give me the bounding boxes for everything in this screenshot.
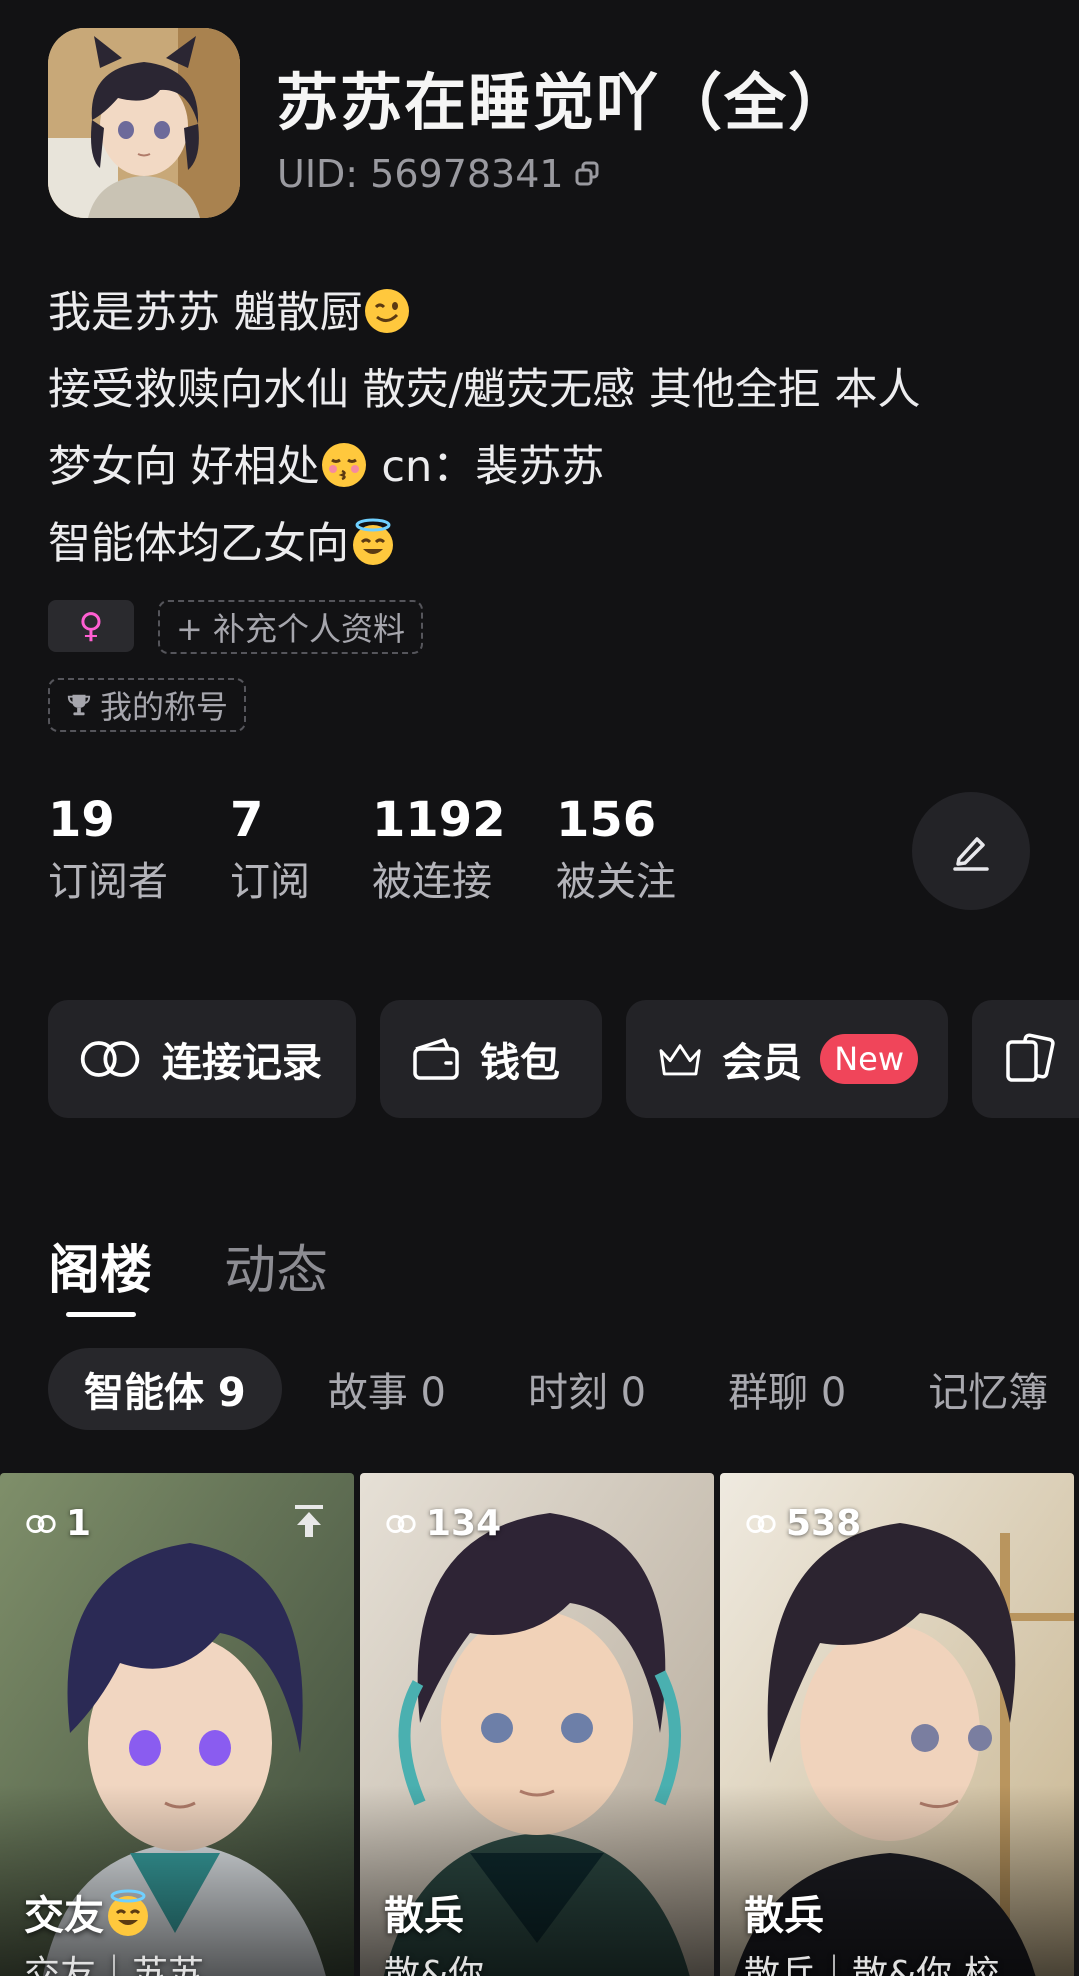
connection-count: 1: [24, 1503, 91, 1544]
profile-name: 苏苏在睡觉吖（全）: [276, 66, 853, 139]
my-title-button[interactable]: 我的称号: [48, 678, 247, 732]
agent-card-subtitle: 散兵｜散&你 校: [744, 1954, 1000, 1976]
smiling-face-with-halo-icon: [108, 1889, 148, 1936]
tab-moments-label: 动态: [224, 1241, 329, 1301]
stat-value: 156: [556, 792, 657, 848]
wallet-icon: [413, 1038, 459, 1080]
connection-count-value: 134: [426, 1503, 502, 1544]
agent-card-title-text: 交友: [24, 1893, 104, 1939]
crown-icon: [659, 1044, 701, 1076]
my-title-label: 我的称号: [100, 688, 229, 726]
profile-page: 苏苏在睡觉吖（全） UID: 56978341 我是苏苏 魈散厨 接受救赎向水仙…: [0, 0, 1079, 1976]
profile-stats: 19 订阅者 7 订阅 1192 被连接 156 被关注: [48, 790, 740, 910]
bio-line-4: 智能体均乙女向: [48, 506, 1038, 583]
profile-avatar[interactable]: [48, 28, 240, 218]
pencil-icon: [953, 837, 989, 871]
more-action-button[interactable]: [972, 1000, 1079, 1118]
connection-count: 134: [384, 1503, 501, 1544]
subtab-group-chats[interactable]: 群聊 0: [692, 1348, 882, 1430]
add-profile-info-button[interactable]: + 补充个人资料: [158, 600, 423, 654]
avatar-illustration: [48, 28, 240, 218]
pin-to-top-icon: [295, 1505, 323, 1537]
gender-badge: ♀: [48, 600, 134, 652]
kissing-face-icon: [321, 443, 366, 487]
member-button[interactable]: 会员 New: [626, 1000, 948, 1118]
agent-card[interactable]: 134 散兵 散&你: [360, 1473, 714, 1976]
member-label: 会员: [722, 1040, 803, 1086]
subtab-agents[interactable]: 智能体 9: [48, 1348, 282, 1430]
connection-count-value: 538: [786, 1503, 862, 1544]
profile-bio: 我是苏苏 魈散厨 接受救赎向水仙 散荧/魈荧无感 其他全拒 本人 梦女向 好相处…: [48, 275, 1038, 583]
stat-subscribers[interactable]: 19 订阅者: [48, 790, 170, 910]
wallet-button[interactable]: 钱包: [380, 1000, 602, 1118]
subtab-moments[interactable]: 时刻 0: [492, 1348, 682, 1430]
sub-tabs: 智能体 9 故事 0 时刻 0 群聊 0 记忆簿: [48, 1348, 1079, 1430]
agent-card-title: 交友: [24, 1883, 152, 1941]
bio-line-3: 梦女向 好相处 cn：裴苏苏: [48, 429, 1038, 506]
tab-loft[interactable]: 阁楼: [48, 1228, 153, 1317]
winking-face-icon: [364, 289, 409, 333]
stat-followers[interactable]: 156 被关注: [556, 790, 680, 910]
stat-subscriptions[interactable]: 7 订阅: [230, 790, 312, 910]
stat-label: 订阅: [230, 859, 310, 905]
trophy-icon: [67, 694, 91, 716]
bio-line-2: 接受救赎向水仙 散荧/魈荧无感 其他全拒 本人: [48, 365, 921, 415]
tab-moments[interactable]: 动态: [224, 1228, 328, 1303]
stat-value: 7: [230, 792, 264, 848]
link-rings-icon: [26, 1514, 56, 1533]
profile-tags: ♀ + 补充个人资料: [48, 600, 423, 654]
stat-value: 1192: [372, 792, 506, 848]
agent-card[interactable]: 538 散兵 散兵｜散&你 校: [720, 1473, 1074, 1976]
stat-connected[interactable]: 1192 被连接: [372, 790, 506, 910]
stat-label: 被关注: [556, 859, 676, 905]
stat-label: 被连接: [372, 859, 492, 905]
bio-line-3b-text: cn：裴苏苏: [367, 442, 605, 492]
main-tabs: 阁楼 动态: [48, 1228, 328, 1317]
uid-text: UID: 56978341: [277, 152, 564, 196]
female-icon: ♀: [78, 606, 104, 646]
agent-cards: 1 交友 交友｜苏苏 134 散兵 散&你 538 散兵 散兵｜散&你 校: [0, 1473, 1074, 1976]
copy-icon[interactable]: [572, 158, 604, 190]
connection-count-value: 1: [66, 1503, 92, 1544]
active-tab-indicator: [66, 1312, 136, 1317]
connection-log-button[interactable]: 连接记录: [48, 1000, 356, 1118]
agent-card-subtitle: 散&你: [384, 1954, 485, 1976]
agent-card-title: 散兵: [384, 1893, 464, 1939]
connection-count: 538: [744, 1503, 861, 1544]
agent-card-subtitle: 交友｜苏苏: [24, 1954, 205, 1976]
stat-label: 订阅者: [48, 859, 168, 905]
agent-card-title: 散兵: [744, 1893, 824, 1939]
tab-loft-label: 阁楼: [48, 1241, 153, 1301]
link-rings-icon: [386, 1514, 416, 1533]
subtab-stories[interactable]: 故事 0: [292, 1348, 482, 1430]
connection-log-label: 连接记录: [162, 1040, 322, 1086]
bio-line-1: 我是苏苏 魈散厨: [48, 275, 1038, 352]
stat-value: 19: [48, 792, 115, 848]
subtab-memory-book[interactable]: 记忆簿: [892, 1348, 1079, 1430]
uid-row: UID: 56978341: [277, 152, 604, 196]
action-buttons: 连接记录 钱包 会员 New: [48, 1000, 1079, 1118]
new-badge: New: [820, 1034, 918, 1084]
bio-line-3a-text: 梦女向 好相处: [48, 442, 320, 492]
agent-card[interactable]: 1 交友 交友｜苏苏: [0, 1473, 354, 1976]
smiling-face-with-halo-icon: [353, 518, 393, 565]
link-rings-icon: [746, 1514, 776, 1533]
edit-profile-button[interactable]: [912, 792, 1030, 910]
bio-line-4-text: 智能体均乙女向: [48, 519, 349, 569]
link-rings-icon: [80, 1041, 140, 1077]
add-profile-info-label: + 补充个人资料: [176, 610, 405, 648]
cards-icon: [1006, 1033, 1055, 1082]
bio-line-1-text: 我是苏苏 魈散厨: [48, 288, 363, 338]
wallet-label: 钱包: [480, 1040, 560, 1086]
title-tags: 我的称号: [48, 678, 247, 732]
